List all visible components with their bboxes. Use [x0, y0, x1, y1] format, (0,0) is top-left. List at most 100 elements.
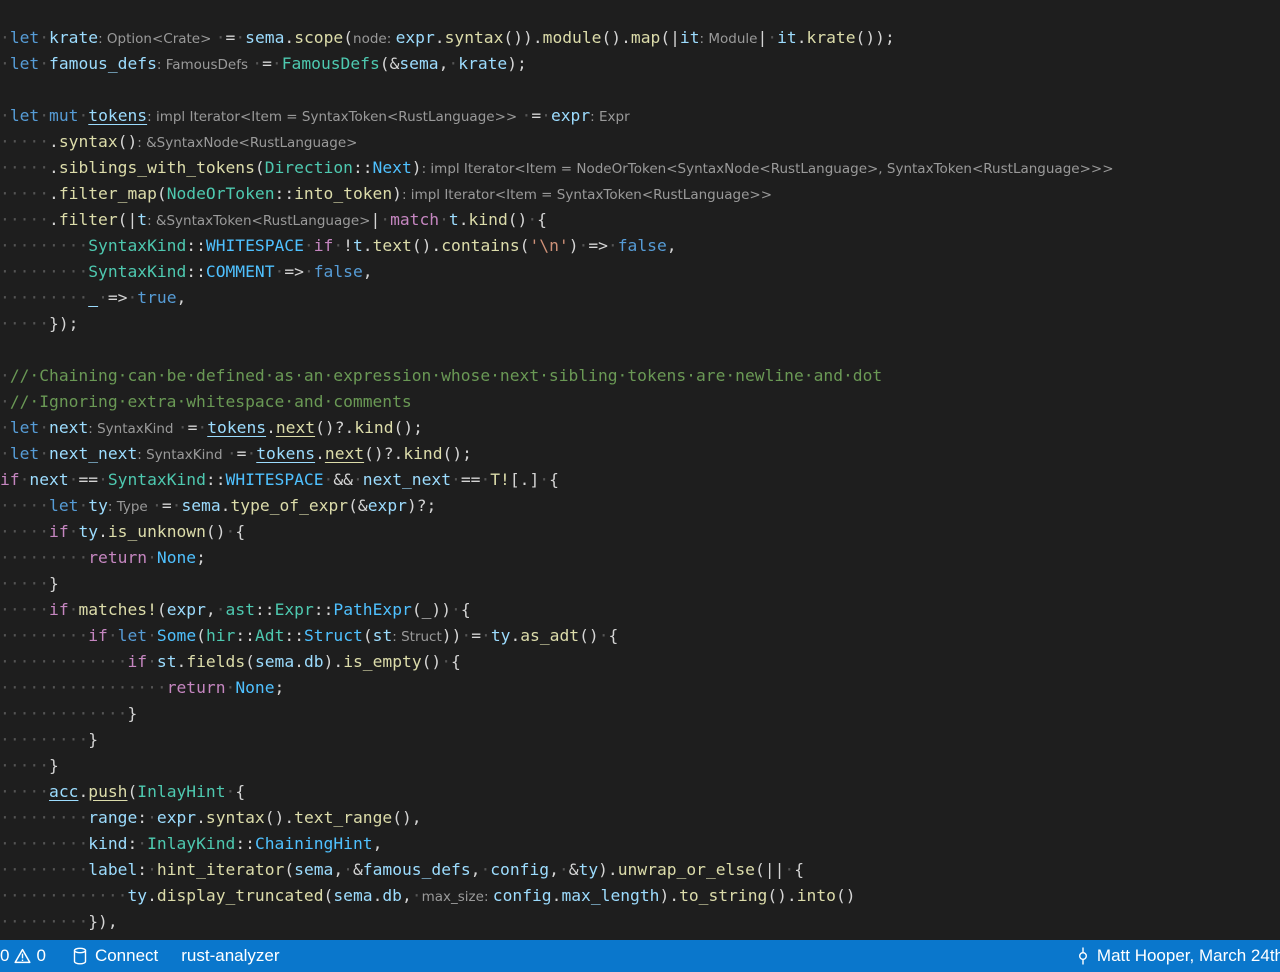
code-line[interactable]: ·····}: [0, 571, 1280, 597]
code-token: ·: [0, 885, 10, 905]
code-line[interactable]: ·········SyntaxKind::COMMENT·=>·false,: [0, 259, 1280, 285]
connect-button[interactable]: Connect: [73, 940, 158, 972]
code-token: false: [313, 261, 363, 281]
problems-indicator[interactable]: 0 0: [0, 940, 46, 972]
code-line[interactable]: ·let·mut·tokens: impl Iterator<Item = Sy…: [0, 103, 1280, 129]
code-token: let: [9, 443, 40, 463]
code-token: .: [78, 781, 89, 801]
code-token: ·: [127, 287, 138, 307]
code-token: ast: [225, 599, 255, 619]
code-line[interactable]: ·········return·None;: [0, 545, 1280, 571]
code-line[interactable]: ·····.syntax(): &SyntaxNode<RustLanguage…: [0, 129, 1280, 155]
code-token: fields: [186, 651, 246, 671]
code-token: sema: [399, 53, 439, 73]
code-token: (_)): [411, 599, 452, 619]
code-line[interactable]: ·//·Chaining·can·be·defined·as·an·expres…: [0, 363, 1280, 389]
code-line[interactable]: ·············ty.display_truncated(sema.d…: [0, 883, 1280, 909]
code-token: next_next: [362, 469, 452, 489]
code-token: matches!: [78, 599, 157, 619]
code-line[interactable]: ·········_·=>·true,: [0, 285, 1280, 311]
code-token: ::: [186, 235, 206, 255]
git-blame-label: Matt Hooper, March 24th: [1096, 946, 1280, 965]
code-token: ·: [68, 469, 79, 489]
code-token: ·: [39, 53, 50, 73]
code-token: ·: [225, 677, 236, 697]
code-line[interactable]: ·····.filter(|t: &SyntaxToken<RustLangua…: [0, 207, 1280, 233]
code-editor[interactable]: ·let·krate: Option<Crate> ·=·sema.scope(…: [0, 0, 1280, 940]
code-token: ·: [225, 521, 236, 541]
code-token: ····: [9, 131, 50, 151]
code-token: (): [835, 885, 856, 905]
code-token: [.]: [509, 469, 540, 489]
code-token: next: [324, 443, 365, 463]
code-token: ,: [372, 833, 383, 853]
code-token: kind: [88, 833, 128, 853]
error-count: 0: [0, 946, 10, 965]
code-line[interactable]: ·let·next: SyntaxKind ·=·tokens.next()?.…: [0, 415, 1280, 441]
code-token: COMMENT: [205, 261, 275, 281]
code-line[interactable]: ·let·krate: Option<Crate> ·=·sema.scope(…: [0, 25, 1280, 51]
code-line[interactable]: [0, 337, 1280, 363]
code-line[interactable]: ·········kind:·InlayKind::ChainingHint,: [0, 831, 1280, 857]
code-token: ·: [39, 105, 50, 125]
git-blame[interactable]: Matt Hooper, March 24th: [1077, 940, 1280, 972]
code-token: next: [49, 417, 89, 437]
code-line[interactable]: ·········range:·expr.syntax().text_range…: [0, 805, 1280, 831]
code-line[interactable]: ·········}: [0, 727, 1280, 753]
code-token: ());: [855, 27, 895, 47]
code-token: {: [235, 781, 246, 801]
code-token: NodeOrToken: [166, 183, 275, 203]
code-line[interactable]: [0, 77, 1280, 103]
code-line[interactable]: ·················return·None;: [0, 675, 1280, 701]
code-line[interactable]: ·····let·ty: Type ·=·sema.type_of_expr(&…: [0, 493, 1280, 519]
code-line[interactable]: ·//·Ignoring·extra·whitespace·and·commen…: [0, 389, 1280, 415]
code-line[interactable]: if·next·==·SyntaxKind::WHITESPACE·&&·nex…: [0, 467, 1280, 493]
code-line[interactable]: ·····.filter_map(NodeOrToken::into_token…: [0, 181, 1280, 207]
code-token: (: [156, 183, 167, 203]
code-line[interactable]: ·let·next_next: SyntaxKind ·=·tokens.nex…: [0, 441, 1280, 467]
code-line[interactable]: ·let·famous_defs: FamousDefs ·=·FamousDe…: [0, 51, 1280, 77]
language-server-status[interactable]: rust-analyzer: [181, 940, 279, 972]
code-line[interactable]: ·········SyntaxKind::WHITESPACE·if·!t.te…: [0, 233, 1280, 259]
code-token: map: [630, 27, 661, 47]
code-line[interactable]: ·····acc.push(InlayHint·{: [0, 779, 1280, 805]
code-token: ····: [88, 703, 128, 723]
code-token: config: [490, 859, 550, 879]
connect-label: Connect: [94, 946, 159, 965]
code-token: ····: [49, 287, 89, 307]
code-token: Some: [156, 625, 197, 645]
code-token: .: [284, 27, 295, 47]
code-line[interactable]: ·····});: [0, 311, 1280, 337]
code-token: .: [147, 885, 157, 905]
code-token: ·: [78, 105, 89, 125]
code-token: ····: [49, 729, 89, 749]
code-line[interactable]: ·····if·matches!(expr,·ast::Expr::PathEx…: [0, 597, 1280, 623]
code-token: ·: [19, 469, 30, 489]
code-token: ·: [98, 469, 108, 489]
code-token: let: [9, 417, 40, 437]
code-line[interactable]: ·········label:·hint_iterator(sema,·&fam…: [0, 857, 1280, 883]
code-line[interactable]: ·········if·let·Some(hir::Adt::Struct(st…: [0, 623, 1280, 649]
code-token: ·: [39, 27, 50, 47]
code-line[interactable]: ·············if·st.fields(sema.db).is_em…: [0, 649, 1280, 675]
code-token: WHITESPACE: [225, 469, 324, 489]
code-line[interactable]: ·····}: [0, 753, 1280, 779]
code-token: syntax: [58, 131, 118, 151]
code-token: ····: [49, 261, 89, 281]
code-token: Direction: [264, 157, 353, 177]
code-line[interactable]: ·····if·ty.is_unknown()·{: [0, 519, 1280, 545]
code-token: ·: [439, 209, 449, 229]
code-token: ····: [9, 911, 50, 931]
inlay-hint: : Module: [699, 30, 758, 47]
code-token: =: [262, 53, 272, 73]
code-token: st: [372, 625, 393, 645]
code-token: type_of_expr: [230, 495, 349, 515]
code-token: filter_map: [58, 183, 157, 203]
code-token: ·: [784, 859, 795, 879]
code-token: ·: [0, 495, 10, 515]
code-token: }: [88, 729, 99, 749]
code-line[interactable]: ·········}),: [0, 909, 1280, 935]
code-line[interactable]: ·····.siblings_with_tokens(Direction::Ne…: [0, 155, 1280, 181]
code-line[interactable]: ·············}: [0, 701, 1280, 727]
code-token: ChainingHint: [254, 833, 373, 853]
